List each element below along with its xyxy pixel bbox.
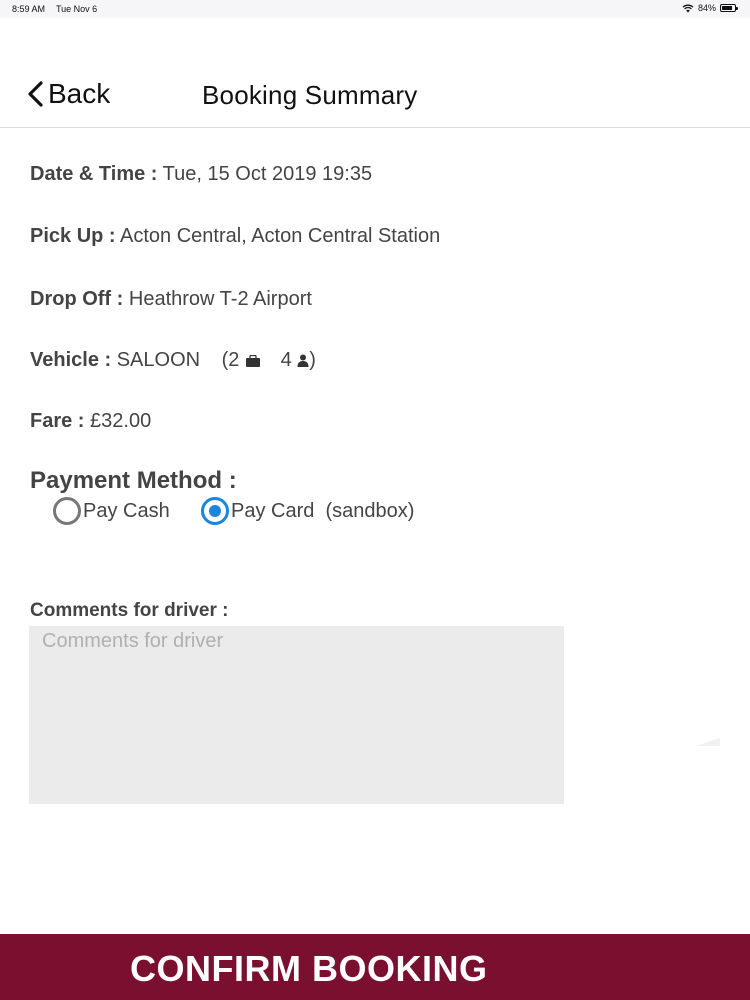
resize-grip-icon [696,738,720,746]
vehicle-capacity-open: (2 [221,349,240,371]
status-time: 8:59 AM [12,4,46,14]
radio-unselected-icon[interactable] [53,497,81,525]
drop-off-row: Drop Off : Heathrow T-2 Airport [30,288,312,311]
date-time-label: Date & Time : [30,163,158,185]
vehicle-capacity-close: ) [309,349,316,371]
pay-cash-label: Pay Cash [83,499,170,522]
radio-selected-icon[interactable] [201,497,229,525]
date-time-row: Date & Time : Tue, 15 Oct 2019 19:35 [30,163,372,186]
drop-off-value: Heathrow T-2 Airport [128,288,312,310]
fare-label: Fare : [30,410,85,432]
vehicle-capacity: (2 4 ) [222,349,316,371]
drop-off-label: Drop Off : [30,288,124,310]
status-bar: 8:59 AM Tue Nov 6 84% [0,0,750,18]
vehicle-label: Vehicle : [30,349,112,371]
date-time-value: Tue, 15 Oct 2019 19:35 [162,163,373,185]
pay-card-option[interactable]: Pay Card (sandbox) [201,497,414,525]
passenger-icon [297,354,309,368]
fare-row: Fare : £32.00 [30,410,151,433]
vehicle-value: SALOON [116,349,201,371]
status-date: Tue Nov 6 [56,4,98,14]
pick-up-label: Pick Up : [30,225,116,247]
status-indicators: 84% [682,3,738,13]
navigation-bar: Back Booking Summary [0,18,750,128]
vehicle-row: Vehicle : SALOON (2 4 ) [30,349,316,372]
confirm-booking-button[interactable]: CONFIRM BOOKING [0,934,750,1000]
comments-label: Comments for driver : [30,600,229,621]
pay-card-label: Pay Card (sandbox) [231,499,415,522]
luggage-icon [246,354,260,367]
page-title: Booking Summary [202,80,418,110]
pay-cash-option[interactable]: Pay Cash [53,497,170,525]
back-button[interactable]: Back [26,78,110,110]
passenger-count: 4 [280,349,292,371]
payment-method-heading: Payment Method : [30,467,237,494]
pick-up-row: Pick Up : Acton Central, Acton Central S… [30,225,440,248]
fare-value: £32.00 [90,410,152,432]
comments-textarea[interactable] [29,626,564,804]
confirm-booking-label: CONFIRM BOOKING [130,948,488,989]
battery-icon [720,4,738,12]
pick-up-value: Acton Central, Acton Central Station [120,225,441,247]
chevron-left-icon [28,81,43,107]
back-label: Back [48,78,111,109]
battery-percent: 84% [697,3,716,13]
wifi-icon [682,4,694,12]
